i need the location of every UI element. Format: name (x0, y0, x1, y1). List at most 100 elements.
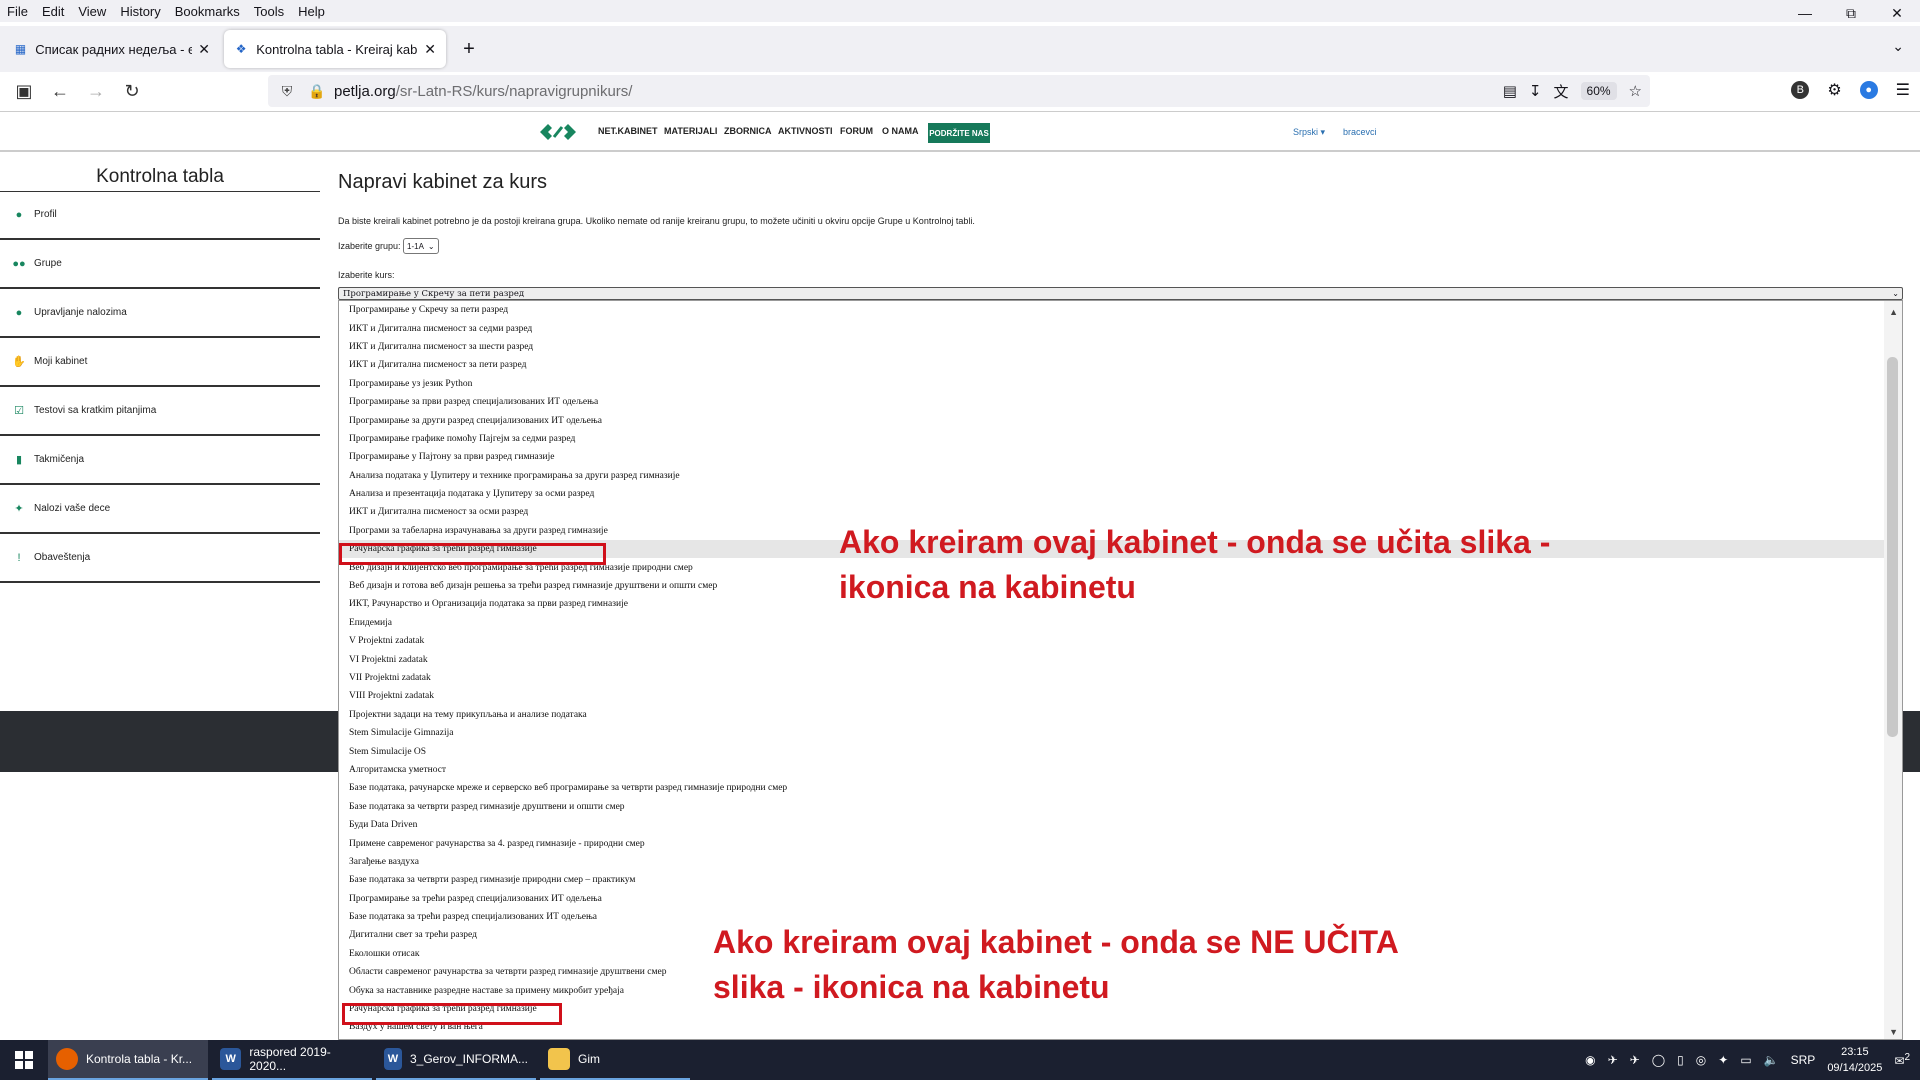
course-option[interactable]: Stem Simulacije Gimnazija (339, 724, 1884, 742)
course-option[interactable]: ИКТ и Дигитална писменост за осми разред (339, 503, 1884, 521)
nav-forum[interactable]: FORUM (840, 126, 873, 136)
nav-net-kabinet[interactable]: NET.KABINET (598, 126, 658, 136)
extensions-icon[interactable]: ⚙ (1827, 80, 1841, 100)
course-option[interactable]: Програмирање уз језик Python (339, 375, 1884, 393)
wifi-icon[interactable]: ✦ (1718, 1053, 1728, 1067)
course-option[interactable]: Базе података, рачунарске мреже и сервер… (339, 779, 1884, 797)
user-link[interactable]: bracevci (1343, 127, 1377, 137)
nav-aktivnosti[interactable]: AKTIVNOSTI (778, 126, 833, 136)
scroll-down-icon[interactable]: ▼ (1889, 1027, 1898, 1037)
course-option[interactable]: Програмирање у Скречу за пети разред (339, 301, 1884, 319)
sidebar-item-grupe[interactable]: ●● Grupe (0, 240, 320, 289)
course-option[interactable]: Примене савременог рачунарства за 4. раз… (339, 834, 1884, 852)
volume-icon[interactable]: 🔈 (1764, 1053, 1779, 1067)
course-option[interactable]: Епидемија (339, 614, 1884, 632)
course-option[interactable]: Загађење ваздуха (339, 853, 1884, 871)
tray-app-icon[interactable]: ✈ (1608, 1053, 1618, 1067)
save-to-pocket-icon[interactable]: ↧ (1529, 82, 1542, 100)
sidebar-item-upravljanje-nalozima[interactable]: ● Upravljanje nalozima (0, 289, 320, 338)
bookmark-star-icon[interactable]: ☆ (1629, 82, 1642, 100)
url-bar[interactable]: ⛨ 🔒 petlja.org/sr-Latn-RS/kurs/napravigr… (268, 75, 1650, 107)
course-option[interactable]: VI Projektni zadatak (339, 650, 1884, 668)
petlja-logo-icon[interactable] (538, 121, 578, 143)
scrollbar[interactable]: ▲ ▼ (1884, 301, 1902, 1039)
course-option[interactable]: Програмирање у Пајтону за први разред ги… (339, 448, 1884, 466)
course-option[interactable]: VIII Projektni zadatak (339, 687, 1884, 705)
sidebar-item-profil[interactable]: ● Profil (0, 191, 320, 240)
tab-esdnevnik[interactable]: ▦ Списак радних недеља - esDne ✕ (4, 30, 220, 68)
course-option[interactable]: Алгоритамска уметност (339, 761, 1884, 779)
course-option[interactable]: Базе података за четврти разред гимназиј… (339, 798, 1884, 816)
taskbar-app-word-gerov[interactable]: W 3_Gerov_INFORMA... (376, 1040, 536, 1080)
edge-extension-icon[interactable]: ● (1859, 81, 1878, 99)
course-option[interactable]: Програмирање за први разред специјализов… (339, 393, 1884, 411)
reader-view-icon[interactable]: ▤ (1503, 82, 1517, 100)
list-tabs-icon[interactable]: ⌄ (1892, 38, 1904, 55)
scroll-up-icon[interactable]: ▲ (1889, 307, 1898, 317)
menu-history[interactable]: History (113, 4, 167, 19)
tray-app-icon[interactable]: ◯ (1652, 1053, 1665, 1067)
sidebar-toggle-icon[interactable]: ▣ (8, 76, 40, 108)
shield-icon[interactable]: ⛨ (276, 83, 298, 100)
reload-icon[interactable]: ↻ (116, 76, 148, 108)
sidebar-item-moji-kabinet[interactable]: ✋ Moji kabinet (0, 338, 320, 387)
forward-icon[interactable]: → (80, 76, 112, 108)
course-option[interactable]: ИКТ и Дигитална писменост за шести разре… (339, 338, 1884, 356)
language-indicator[interactable]: SRP (1791, 1053, 1816, 1067)
taskbar-app-firefox[interactable]: Kontrola tabla - Kr... (48, 1040, 208, 1080)
menu-edit[interactable]: Edit (35, 4, 71, 19)
menu-tools[interactable]: Tools (247, 4, 291, 19)
translate-icon[interactable]: 文 (1554, 81, 1569, 102)
close-tab-icon[interactable]: ✕ (198, 41, 210, 58)
sidebar-item-takmicenja[interactable]: ▮ Takmičenja (0, 436, 320, 485)
course-option[interactable]: Буди Data Driven (339, 816, 1884, 834)
tray-app-icon[interactable]: ✈ (1630, 1053, 1640, 1067)
course-option[interactable]: ИКТ и Дигитална писменост за седми разре… (339, 319, 1884, 337)
course-option[interactable]: Пројектни задаци на тему прикупљања и ан… (339, 706, 1884, 724)
course-option[interactable]: Базе података за четврти разред гимназиј… (339, 871, 1884, 889)
nav-o-nama[interactable]: O NAMA (882, 126, 919, 136)
minimize-icon[interactable]: — (1782, 0, 1828, 26)
app-menu-icon[interactable]: ☰ (1896, 80, 1910, 100)
scrollbar-thumb[interactable] (1887, 357, 1898, 737)
menu-help[interactable]: Help (291, 4, 332, 19)
sidebar-item-testovi[interactable]: ☑ Testovi sa kratkim pitanjima (0, 387, 320, 436)
back-icon[interactable]: ← (44, 76, 76, 108)
course-option[interactable]: Stem Simulacije OS (339, 742, 1884, 760)
course-option[interactable]: Анализа података у Џупитеру и технике пр… (339, 467, 1884, 485)
taskbar-app-word-raspored[interactable]: Wraspored 2019-2020... (212, 1040, 372, 1080)
windows-start-icon[interactable] (0, 1040, 48, 1080)
menu-file[interactable]: File (0, 4, 35, 19)
group-select[interactable]: 1-1A ⌄ (403, 238, 439, 254)
lock-icon[interactable]: 🔒 (306, 83, 328, 100)
maximize-icon[interactable]: ⧉ (1828, 0, 1874, 26)
sidebar-item-obavestenja[interactable]: ! Obaveštenja (0, 534, 320, 583)
course-option[interactable]: VII Projektni zadatak (339, 669, 1884, 687)
zoom-level[interactable]: 60% (1580, 82, 1617, 100)
account-b-icon[interactable]: B (1791, 81, 1810, 99)
course-option[interactable]: Програмирање графике помоћу Пајгејм за с… (339, 430, 1884, 448)
tab-kontrolna-tabla[interactable]: ❖ Kontrolna tabla - Kreiraj kabinet ✕ (224, 30, 446, 68)
course-option[interactable]: V Projektni zadatak (339, 632, 1884, 650)
tray-app-icon[interactable]: ◎ (1696, 1053, 1706, 1067)
course-select[interactable]: Програмирање у Скречу за пети разред ⌄ (338, 287, 1903, 300)
close-icon[interactable]: ✕ (1874, 0, 1920, 26)
support-button[interactable]: PODRŽITE NAS (928, 123, 990, 143)
course-option[interactable]: Ваздух у нашем свету и ван њега (339, 1018, 1884, 1036)
tray-app-icon[interactable]: ◉ (1585, 1053, 1595, 1067)
notification-icon[interactable]: ✉2 (1894, 1052, 1910, 1068)
close-tab-icon[interactable]: ✕ (424, 41, 436, 58)
clock[interactable]: 23:15 09/14/2025 (1827, 1044, 1882, 1076)
new-tab-icon[interactable]: + (454, 34, 484, 64)
course-option[interactable]: Програмирање за трећи разред специјализо… (339, 890, 1884, 908)
menu-view[interactable]: View (71, 4, 113, 19)
battery-icon[interactable]: ▯ (1677, 1053, 1684, 1067)
course-option[interactable]: ИКТ и Дигитална писменост за пети разред (339, 356, 1884, 374)
display-icon[interactable]: ▭ (1740, 1053, 1751, 1067)
taskbar-app-folder-gim[interactable]: Gim (540, 1040, 690, 1080)
menu-bookmarks[interactable]: Bookmarks (168, 4, 247, 19)
language-selector[interactable]: Srpski ▾ (1293, 127, 1325, 138)
nav-zbornica[interactable]: ZBORNICA (724, 126, 772, 136)
sidebar-item-nalozi-dece[interactable]: ✦ Nalozi vaše dece (0, 485, 320, 534)
course-option[interactable]: Програмирање за други разред специјализо… (339, 411, 1884, 429)
